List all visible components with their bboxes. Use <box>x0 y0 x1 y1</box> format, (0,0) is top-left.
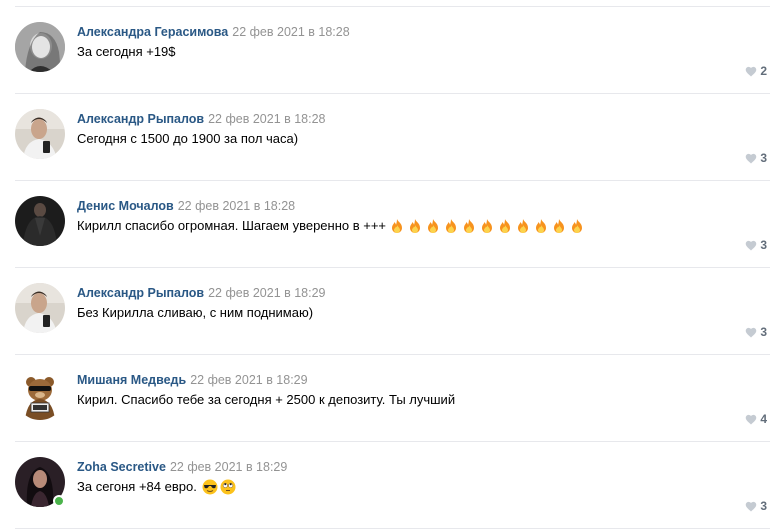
fire-emoji <box>392 219 403 233</box>
online-status-indicator <box>53 495 65 507</box>
fire-emoji <box>572 219 583 233</box>
like-count: 3 <box>760 499 767 513</box>
comments-feed: Александра Герасимова 22 фев 2021 в 18:28… <box>0 0 783 530</box>
like-button[interactable]: 3 <box>745 238 767 252</box>
author-link[interactable]: Александр Рыпалов <box>77 286 204 300</box>
comment-header: Александр Рыпалов 22 фев 2021 в 18:28 <box>77 111 326 127</box>
like-button[interactable]: 2 <box>745 64 767 78</box>
comment-text-content: Кирил. Спасибо тебе за сегодня + 2500 к … <box>77 392 456 407</box>
heart-icon <box>746 327 757 337</box>
author-link[interactable]: Денис Мочалов <box>77 199 174 213</box>
comment-text-content: Без Кирилла сливаю, с ним поднимаю) <box>77 305 314 320</box>
like-button[interactable]: 4 <box>745 412 767 426</box>
date-link[interactable]: 22 фев 2021 в 18:29 <box>170 460 287 474</box>
fire-emoji <box>518 219 529 233</box>
fire-emoji <box>554 219 565 233</box>
avatar-photo-young-woman[interactable] <box>15 22 65 72</box>
like-count: 3 <box>760 151 767 165</box>
date-link[interactable]: 22 фев 2021 в 18:28 <box>178 199 295 213</box>
comment-item: Денис Мочалов 22 фев 2021 в 18:28 Кирилл … <box>15 181 770 268</box>
avatar-photo-young-man[interactable] <box>15 283 65 333</box>
avatar[interactable] <box>15 457 65 507</box>
fire-emoji <box>446 219 457 233</box>
date-link[interactable]: 22 фев 2021 в 18:28 <box>232 25 349 39</box>
comment-text: Сегодня с 1500 до 1900 за пол часа) <box>77 130 298 148</box>
fire-emoji <box>536 219 547 233</box>
date-link[interactable]: 22 фев 2021 в 18:29 <box>208 286 325 300</box>
date-link[interactable]: 22 фев 2021 в 18:28 <box>208 112 325 126</box>
heart-icon <box>746 501 757 511</box>
comment-text: Кирилл спасибо огромная. Шагаем уверенно… <box>77 217 585 235</box>
heart-icon <box>746 414 757 424</box>
emoji-row <box>387 218 585 234</box>
heart-icon <box>746 66 757 76</box>
like-button[interactable]: 3 <box>745 325 767 339</box>
comment-header: Мишаня Медведь 22 фев 2021 в 18:29 <box>77 372 308 388</box>
comment-item: Zoha Secretive 22 фев 2021 в 18:29 За сег… <box>15 442 770 529</box>
fire-emoji <box>464 219 475 233</box>
comment-header: Александр Рыпалов 22 фев 2021 в 18:29 <box>77 285 326 301</box>
avatar-photo-young-man[interactable] <box>15 109 65 159</box>
comment-text: За сегодня +19$ <box>77 43 176 61</box>
comment-header: Zoha Secretive 22 фев 2021 в 18:29 <box>77 459 287 475</box>
author-link[interactable]: Zoha Secretive <box>77 460 166 474</box>
author-link[interactable]: Мишаня Медведь <box>77 373 186 387</box>
fire-emoji <box>500 219 511 233</box>
like-count: 2 <box>760 64 767 78</box>
avatar[interactable] <box>15 283 65 333</box>
comment-header: Денис Мочалов 22 фев 2021 в 18:28 <box>77 198 295 214</box>
fire-emoji <box>410 219 421 233</box>
comment-item: Мишаня Медведь 22 фев 2021 в 18:29 Кирил.… <box>15 355 770 442</box>
comment-item: Александр Рыпалов 22 фев 2021 в 18:28 Сег… <box>15 94 770 181</box>
fire-emoji <box>428 219 439 233</box>
comment-header: Александра Герасимова 22 фев 2021 в 18:28 <box>77 24 350 40</box>
avatar[interactable] <box>15 196 65 246</box>
like-button[interactable]: 3 <box>745 151 767 165</box>
rolling-eyes-face-emoji <box>220 479 236 495</box>
date-link[interactable]: 22 фев 2021 в 18:29 <box>190 373 307 387</box>
avatar[interactable] <box>15 109 65 159</box>
sunglasses-face-emoji <box>202 479 218 495</box>
comment-text-content: За сегоня +84 евро. <box>77 479 197 494</box>
fire-emoji <box>482 219 493 233</box>
comment-text: Без Кирилла сливаю, с ним поднимаю) <box>77 304 313 322</box>
like-count: 3 <box>760 238 767 252</box>
author-link[interactable]: Александра Герасимова <box>77 25 228 39</box>
like-button[interactable]: 3 <box>745 499 767 513</box>
comment-item: Александр Рыпалов 22 фев 2021 в 18:29 Без… <box>15 268 770 355</box>
avatar[interactable] <box>15 22 65 72</box>
comment-text-content: Кирилл спасибо огромная. Шагаем уверенно… <box>77 218 387 233</box>
comment-item: Александра Герасимова 22 фев 2021 в 18:28… <box>15 7 770 94</box>
comment-text-content: Сегодня с 1500 до 1900 за пол часа) <box>77 131 299 146</box>
avatar-cartoon-bear[interactable] <box>15 370 65 420</box>
emoji-row <box>200 479 236 495</box>
avatar-photo-man-dark[interactable] <box>15 196 65 246</box>
author-link[interactable]: Александр Рыпалов <box>77 112 204 126</box>
comment-text: Кирил. Спасибо тебе за сегодня + 2500 к … <box>77 391 455 409</box>
like-count: 3 <box>760 325 767 339</box>
comment-text: За сегоня +84 евро. <box>77 478 236 496</box>
like-count: 4 <box>760 412 767 426</box>
comment-text-content: За сегодня +19$ <box>77 44 176 59</box>
heart-icon <box>746 240 757 250</box>
heart-icon <box>746 153 757 163</box>
avatar[interactable] <box>15 370 65 420</box>
